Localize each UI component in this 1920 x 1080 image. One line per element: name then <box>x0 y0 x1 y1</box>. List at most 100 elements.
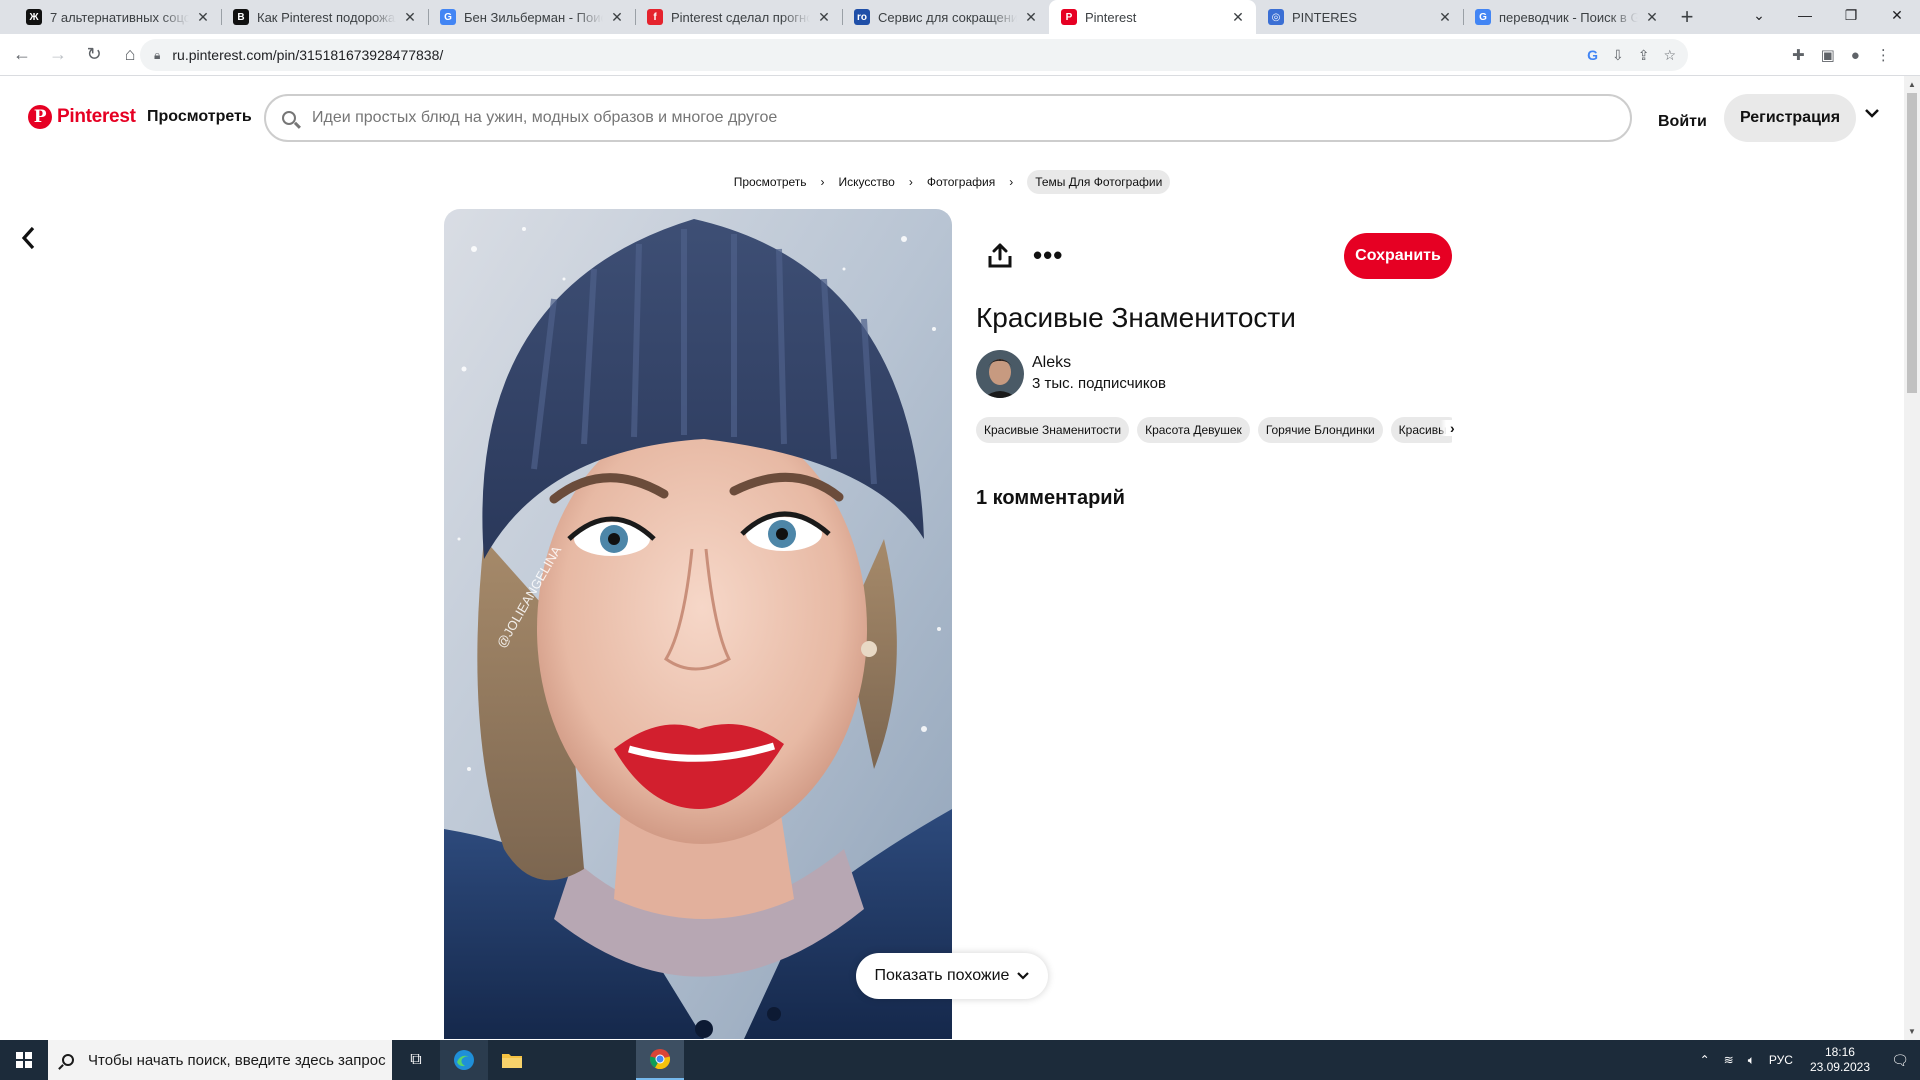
breadcrumb: Просмотреть › Искусство › Фотография › Темы Дл… <box>0 170 1904 194</box>
close-tab-icon[interactable]: ✕ <box>402 9 418 26</box>
search-placeholder: Идеи простых блюд на ужин, модных образо… <box>312 109 778 126</box>
tag-chip[interactable]: Горячие Блондинки <box>1257 417 1383 443</box>
comments-heading[interactable]: 1 комментарий <box>976 487 1125 510</box>
ro-favicon-icon: ro <box>854 9 870 25</box>
chevron-down-icon <box>1017 969 1030 983</box>
url-text: ru.pinterest.com/pin/315181673928477838/ <box>172 47 444 63</box>
file-explorer-icon[interactable] <box>488 1040 536 1080</box>
login-button[interactable]: Войти <box>1650 98 1715 146</box>
zh-favicon-icon: Ж <box>26 9 42 25</box>
show-similar-button[interactable]: Показать похожие <box>856 953 1048 999</box>
share-icon[interactable] <box>986 242 1014 270</box>
browser-tab[interactable]: ◎ PINTERES ✕ <box>1256 0 1463 34</box>
search-icon <box>62 1054 74 1066</box>
scroll-down-icon[interactable]: ▼ <box>1908 1027 1916 1036</box>
chevron-right-icon: › <box>820 175 825 189</box>
address-bar[interactable]: 🔒︎ ru.pinterest.com/pin/3151816739284778… <box>140 39 1688 71</box>
minimize-icon[interactable]: — <box>1782 0 1828 30</box>
edge-icon[interactable] <box>440 1040 488 1080</box>
side-panel-icon[interactable]: ▣ <box>1821 46 1835 64</box>
taskbar-search-input[interactable]: Чтобы начать поиск, введите здесь запрос <box>48 1040 392 1080</box>
avatar[interactable] <box>976 350 1024 398</box>
browser-tab[interactable]: ro Сервис для сокращения ✕ <box>842 0 1049 34</box>
author-followers: 3 тыс. подписчиков <box>1032 375 1166 392</box>
clock[interactable]: 18:16 23.09.2023 <box>1810 1045 1870 1075</box>
chevron-right-icon[interactable]: › <box>1440 420 1455 436</box>
breadcrumb-item[interactable]: Темы Для Фотографии <box>1027 170 1171 194</box>
chrome-icon[interactable] <box>636 1040 684 1080</box>
profile-icon[interactable]: ● <box>1851 47 1860 64</box>
restore-icon[interactable]: ❐ <box>1828 0 1874 30</box>
more-options-icon[interactable]: ••• <box>1033 240 1063 271</box>
breadcrumb-item[interactable]: Фотография <box>927 171 995 193</box>
browser-tab[interactable]: f Pinterest сделал прогноз ✕ <box>635 0 842 34</box>
tab-title: Pinterest сделал прогноз <box>671 9 810 25</box>
scroll-thumb[interactable] <box>1907 93 1917 393</box>
pin-image[interactable]: @JOLIEANGELINA <box>444 209 952 1039</box>
breadcrumb-item[interactable]: Просмотреть <box>734 171 807 193</box>
breadcrumb-item[interactable]: Искусство <box>839 171 895 193</box>
browser-tab[interactable]: B Как Pinterest подорожал ✕ <box>221 0 428 34</box>
language-indicator[interactable]: РУС <box>1769 1053 1793 1067</box>
clock-date: 23.09.2023 <box>1809 1060 1870 1074</box>
browser-toolbar: ← → ↻ ⌂ 🔒︎ ru.pinterest.com/pin/31518167… <box>0 34 1920 76</box>
wifi-icon[interactable]: ≋ <box>1724 1053 1734 1067</box>
install-app-icon[interactable]: ⇩ <box>1612 47 1624 64</box>
page-scrollbar[interactable]: ▲ ▼ <box>1904 76 1920 1040</box>
search-icon <box>282 111 296 125</box>
close-tab-icon[interactable]: ✕ <box>816 9 832 26</box>
share-page-icon[interactable]: ⇪ <box>1638 47 1650 64</box>
tag-chip[interactable]: Красивые Знаменитости <box>976 417 1130 443</box>
google-lens-icon[interactable]: G <box>1587 47 1598 63</box>
taskbar-search-placeholder: Чтобы начать поиск, введите здесь запрос <box>88 1051 386 1069</box>
forward-icon[interactable]: → <box>44 41 72 69</box>
logo-text: Pinterest <box>57 106 136 127</box>
reload-icon[interactable]: ↻ <box>80 41 108 69</box>
explore-link[interactable]: Просмотреть <box>147 108 252 126</box>
extensions-icon[interactable]: ✚ <box>1792 46 1805 64</box>
google-favicon-icon: G <box>440 9 456 25</box>
pinterest-header: P Pinterest Просмотреть Идеи простых блю… <box>0 76 1904 160</box>
browser-tab[interactable]: Ж 7 альтернативных соцсетей ✕ <box>14 0 221 34</box>
close-tab-icon[interactable]: ✕ <box>1644 9 1660 26</box>
search-input[interactable]: Идеи простых блюд на ужин, модных образо… <box>264 94 1632 142</box>
signup-button[interactable]: Регистрация <box>1724 94 1857 142</box>
back-arrow-icon[interactable] <box>20 224 36 258</box>
close-tab-icon[interactable]: ✕ <box>1437 9 1453 26</box>
tray-chevron-icon[interactable]: ⌃ <box>1700 1053 1710 1067</box>
lock-icon[interactable]: 🔒︎ <box>154 48 160 63</box>
task-view-icon[interactable]: ⧉ <box>392 1040 440 1080</box>
volume-icon[interactable]: 🔈︎ <box>1748 1053 1755 1068</box>
scroll-up-icon[interactable]: ▲ <box>1908 80 1916 89</box>
browser-menu-icon[interactable]: ⋮ <box>1876 46 1891 64</box>
tag-list: Красивые Знаменитости Красота Девушек Горя… <box>976 417 1452 443</box>
globe-favicon-icon: ◎ <box>1268 9 1284 25</box>
system-tray: ⌃ ≋ 🔈︎ РУС 18:16 23.09.2023 🗨︎ <box>1693 1040 1920 1080</box>
pinterest-logo[interactable]: P Pinterest <box>28 105 136 129</box>
close-tab-icon[interactable]: ✕ <box>609 9 625 26</box>
chevron-down-icon[interactable] <box>1864 106 1880 124</box>
close-tab-icon[interactable]: ✕ <box>1023 9 1039 26</box>
back-icon[interactable]: ← <box>8 41 36 69</box>
browser-tab[interactable]: Gпереводчик - Поиск в Google ✕ <box>1463 0 1670 34</box>
browser-tab[interactable]: G Бен Зильберман - Поиск ✕ <box>428 0 635 34</box>
tab-title: Как Pinterest подорожал <box>257 9 396 25</box>
close-tab-icon[interactable]: ✕ <box>195 9 211 26</box>
notifications-icon[interactable]: 🗨︎ <box>1880 1040 1920 1080</box>
browser-tab[interactable]: P Pinterest ✕ <box>1049 0 1256 34</box>
show-similar-label: Показать похожие <box>874 967 1010 984</box>
bookmark-star-icon[interactable]: ☆ <box>1663 47 1676 64</box>
tag-chip[interactable]: Красота Девушек <box>1137 417 1250 443</box>
chevron-right-icon: › <box>908 175 913 189</box>
new-tab-button[interactable]: + <box>1670 0 1704 34</box>
start-button[interactable] <box>0 1040 48 1080</box>
pinterest-logo-icon: P <box>28 105 52 129</box>
save-button[interactable]: Сохранить <box>1344 233 1452 279</box>
f-favicon-icon: f <box>647 9 663 25</box>
author-name[interactable]: Aleks <box>1032 354 1071 372</box>
chevron-right-icon: › <box>1009 175 1014 189</box>
tab-title: Pinterest <box>1085 9 1137 25</box>
close-window-icon[interactable]: ✕ <box>1874 0 1920 30</box>
tab-search-icon[interactable]: ⌄ <box>1736 0 1782 30</box>
close-tab-icon[interactable]: ✕ <box>1230 9 1246 26</box>
